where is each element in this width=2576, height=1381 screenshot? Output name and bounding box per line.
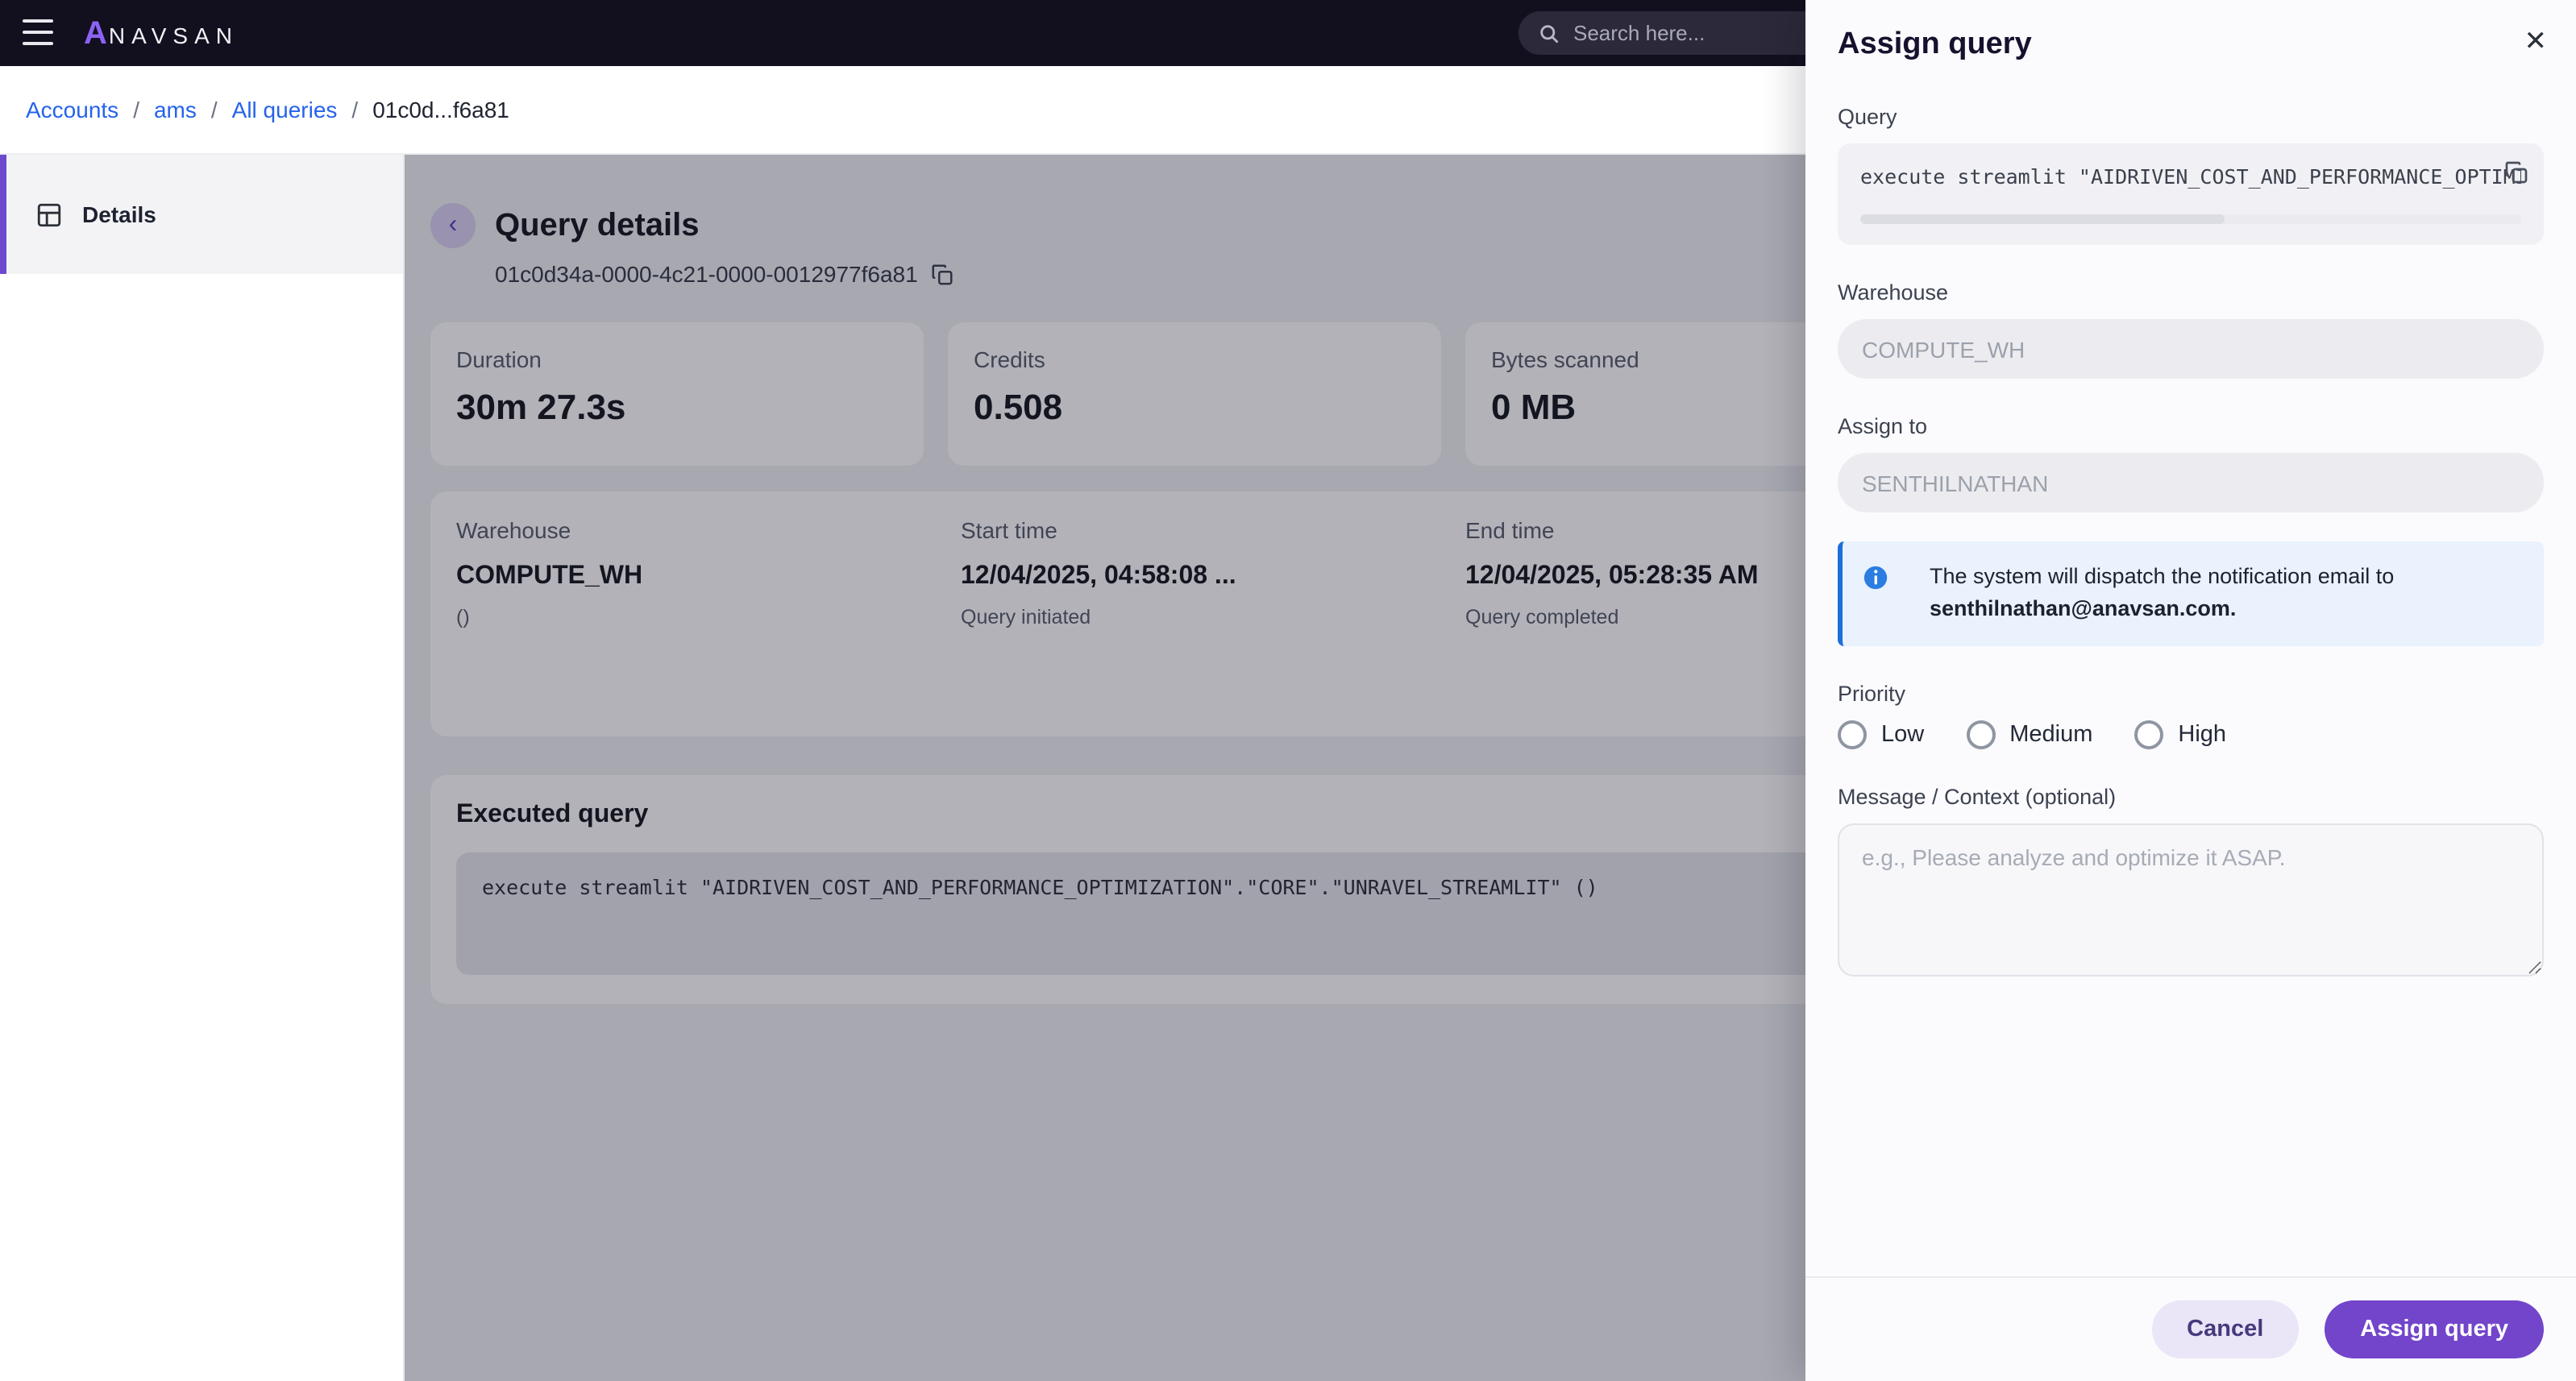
priority-field-label: Priority bbox=[1838, 682, 1906, 707]
radio-circle-icon[interactable] bbox=[2134, 720, 2164, 750]
breadcrumb: Accounts / ams / All queries / 01c0d...f… bbox=[26, 97, 509, 122]
sidebar-item-details[interactable]: Details bbox=[0, 155, 403, 274]
alert-message: The system will dispatch the notificatio… bbox=[1930, 564, 2395, 588]
logo-mark-icon: A bbox=[84, 16, 107, 52]
radio-label: Low bbox=[1881, 722, 1925, 749]
drawer-body: Query execute streamlit "AIDRIVEN_COST_A… bbox=[1805, 105, 2576, 985]
radio-label: Medium bbox=[2009, 722, 2093, 749]
query-readonly-box: execute streamlit "AIDRIVEN_COST_AND_PER… bbox=[1838, 143, 2544, 245]
alert-text: The system will dispatch the notificatio… bbox=[1907, 561, 2521, 624]
warehouse-value: COMPUTE_WH bbox=[1862, 336, 2025, 362]
message-textarea[interactable] bbox=[1838, 823, 2544, 977]
drawer-title: Assign query bbox=[1838, 27, 2032, 61]
breadcrumb-separator: / bbox=[351, 97, 359, 122]
breadcrumb-separator: / bbox=[210, 97, 218, 122]
sidebar-item-label: Details bbox=[82, 201, 156, 227]
search-icon bbox=[1538, 22, 1560, 44]
notification-info-alert: The system will dispatch the notificatio… bbox=[1838, 541, 2544, 647]
sidebar: Details bbox=[0, 155, 405, 1381]
radio-circle-icon[interactable] bbox=[1966, 720, 1996, 750]
query-field-label: Query bbox=[1838, 105, 1897, 129]
message-field-label: Message / Context (optional) bbox=[1838, 785, 2117, 810]
breadcrumb-current: 01c0d...f6a81 bbox=[372, 97, 509, 122]
scrollbar-thumb[interactable] bbox=[1860, 214, 2224, 224]
radio-label: High bbox=[2178, 722, 2227, 749]
breadcrumb-all-queries[interactable]: All queries bbox=[232, 97, 338, 122]
alert-email: senthilnathan@anavsan.com. bbox=[1930, 595, 2237, 620]
app-logo: A NAVSAN bbox=[84, 16, 239, 53]
assign-query-drawer: Assign query ✕ Query execute streamlit "… bbox=[1805, 0, 2576, 1381]
app-root: A NAVSAN Accounts / ams / All queries / … bbox=[0, 0, 2576, 1381]
breadcrumb-accounts[interactable]: Accounts bbox=[26, 97, 118, 122]
drawer-footer: Cancel Assign query bbox=[1805, 1276, 2576, 1381]
query-horizontal-scrollbar[interactable] bbox=[1860, 214, 2521, 224]
close-icon[interactable]: ✕ bbox=[2524, 27, 2548, 55]
radio-circle-icon[interactable] bbox=[1838, 720, 1867, 750]
copy-query-icon[interactable] bbox=[2503, 160, 2529, 193]
breadcrumb-account[interactable]: ams bbox=[154, 97, 197, 122]
priority-radio-low[interactable]: Low bbox=[1838, 720, 1925, 750]
hamburger-menu-icon[interactable] bbox=[23, 19, 53, 45]
logo-text: NAVSAN bbox=[108, 23, 239, 48]
assign-to-input: SENTHILNATHAN bbox=[1838, 453, 2544, 512]
assign-query-button[interactable]: Assign query bbox=[2325, 1300, 2544, 1358]
breadcrumb-separator: / bbox=[133, 97, 139, 122]
cancel-button[interactable]: Cancel bbox=[2151, 1300, 2300, 1358]
warehouse-input: COMPUTE_WH bbox=[1838, 319, 2544, 379]
priority-radio-group: Low Medium High bbox=[1838, 720, 2544, 750]
query-code-text: execute streamlit "AIDRIVEN_COST_AND_PER… bbox=[1860, 164, 2521, 189]
priority-radio-medium[interactable]: Medium bbox=[1966, 720, 2093, 750]
warehouse-field-label: Warehouse bbox=[1838, 280, 1949, 305]
info-icon bbox=[1862, 564, 1889, 624]
assign-to-value: SENTHILNATHAN bbox=[1862, 470, 2049, 496]
priority-radio-high[interactable]: High bbox=[2134, 720, 2227, 750]
assign-to-field-label: Assign to bbox=[1838, 414, 1928, 438]
details-grid-icon bbox=[35, 201, 63, 228]
drawer-header: Assign query ✕ bbox=[1805, 0, 2576, 82]
